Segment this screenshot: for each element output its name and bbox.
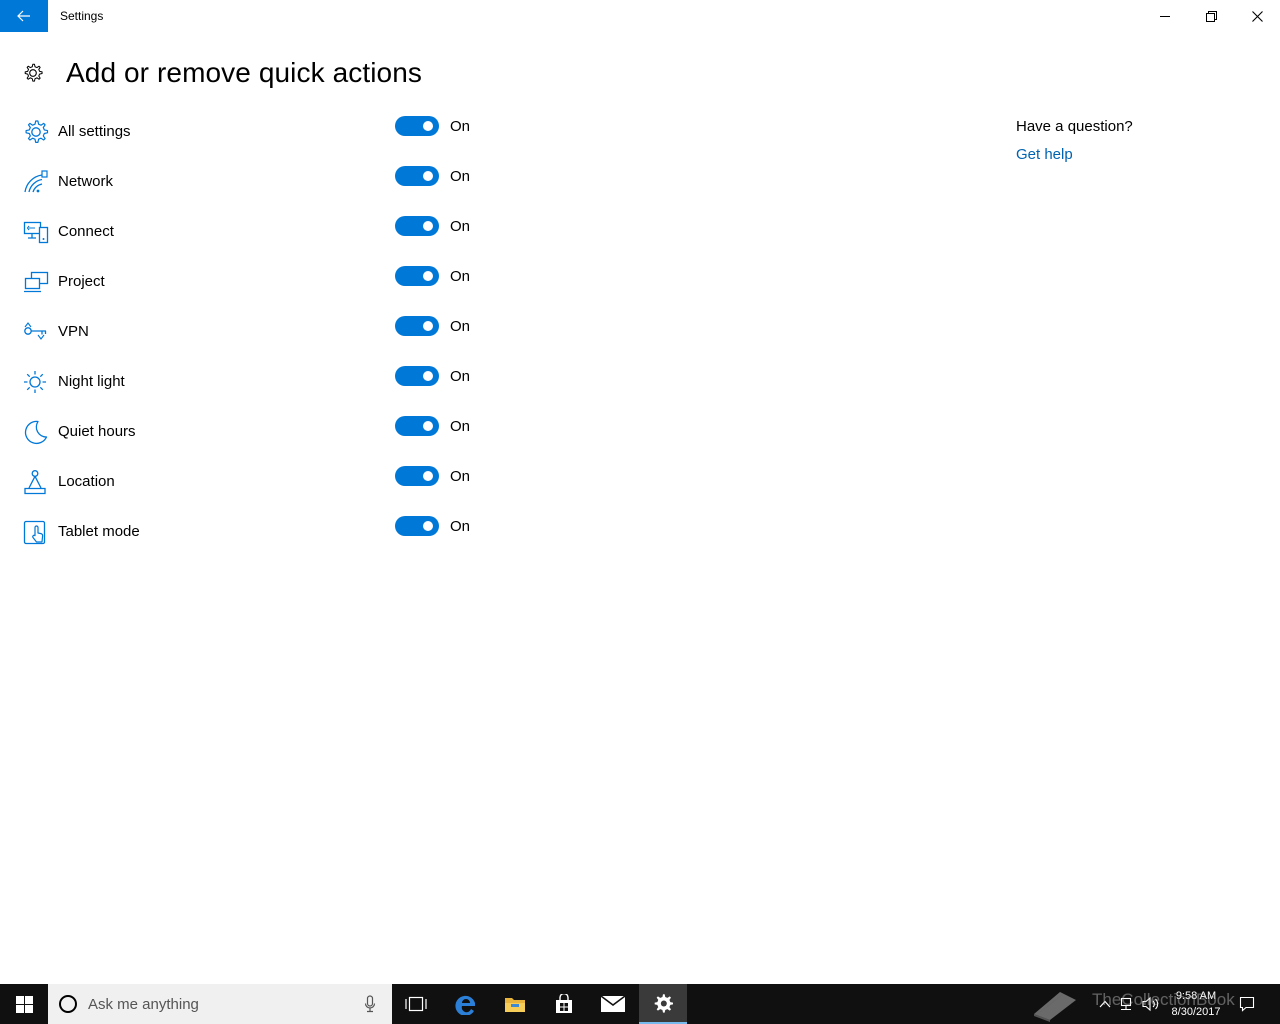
quick-action-label: Network: [58, 173, 114, 190]
quick-action-label: Connect: [58, 223, 114, 240]
back-button[interactable]: [0, 0, 48, 32]
connect-icon: [23, 221, 49, 244]
close-button[interactable]: [1234, 0, 1280, 32]
gear-icon: [654, 994, 673, 1013]
gear-icon: [25, 120, 49, 143]
all-settings-toggle[interactable]: [395, 116, 439, 136]
chevron-up-icon: [1099, 1000, 1111, 1008]
microphone-icon[interactable]: [364, 995, 376, 1013]
quick-action-label: Location: [58, 473, 115, 490]
network-icon: [24, 170, 48, 193]
quick-action-location: Location On: [22, 460, 502, 510]
toggle-state: On: [450, 168, 471, 185]
store-icon: [556, 994, 572, 1013]
folder-icon: [505, 998, 525, 1012]
quick-action-label: Project: [58, 273, 105, 290]
page-header: Add or remove quick actions: [22, 56, 422, 90]
toggle-state: On: [450, 418, 471, 435]
vpn-toggle[interactable]: [395, 316, 439, 336]
quiet-hours-toggle[interactable]: [395, 416, 439, 436]
mail-icon: [601, 996, 625, 1012]
quick-action-connect: Connect On: [22, 210, 502, 260]
quick-action-vpn: VPN On: [22, 310, 502, 360]
clock[interactable]: 9:58 AM 8/30/2017: [1166, 988, 1226, 1020]
toggle-state: On: [450, 118, 471, 135]
edge-icon: [455, 995, 475, 1015]
page-title: Add or remove quick actions: [66, 57, 422, 88]
quick-action-label: Night light: [58, 373, 125, 390]
tablet-mode-toggle[interactable]: [395, 516, 439, 536]
project-toggle[interactable]: [395, 266, 439, 286]
start-button[interactable]: [0, 984, 48, 1024]
title-bar: Settings: [0, 0, 1280, 32]
task-view-button[interactable]: [392, 984, 440, 1024]
action-center-button[interactable]: [1236, 984, 1258, 1024]
quick-action-night-light: Night light On: [22, 360, 502, 410]
edge-button[interactable]: [442, 984, 490, 1024]
help-question: Have a question?: [1016, 118, 1133, 135]
quick-action-label: VPN: [58, 323, 89, 340]
project-icon: [24, 271, 49, 293]
minimize-icon: [1160, 16, 1170, 17]
quick-action-label: Quiet hours: [58, 423, 136, 440]
network-tray-icon: [1120, 997, 1132, 1011]
quick-action-quiet-hours: Quiet hours On: [22, 410, 502, 460]
show-hidden-icons-button[interactable]: [1096, 984, 1114, 1024]
vpn-icon: [24, 322, 47, 340]
taskbar: Ask me anything 9:58 AM 8/30/2017: [0, 984, 1280, 1024]
tablet-mode-icon: [23, 520, 46, 545]
quick-action-label: All settings: [58, 123, 131, 140]
night-light-icon: [24, 371, 46, 393]
quick-action-tablet-mode: Tablet mode On: [22, 510, 502, 560]
task-view-icon: [405, 996, 427, 1012]
clock-date: 8/30/2017: [1171, 1006, 1221, 1018]
night-light-toggle[interactable]: [395, 366, 439, 386]
help-panel: Have a question? Get help: [1016, 118, 1133, 163]
toggle-state: On: [450, 268, 471, 285]
toggle-state: On: [450, 218, 471, 235]
get-help-link[interactable]: Get help: [1016, 146, 1133, 163]
app-title: Settings: [60, 9, 104, 23]
connect-toggle[interactable]: [395, 216, 439, 236]
file-explorer-button[interactable]: [491, 984, 539, 1024]
toggle-state: On: [450, 518, 471, 535]
quick-action-network: Network On: [22, 160, 502, 210]
location-icon: [24, 470, 46, 495]
mail-button[interactable]: [589, 984, 637, 1024]
gear-icon: [24, 63, 43, 82]
restore-icon: [1205, 10, 1217, 22]
minimize-button[interactable]: [1142, 0, 1188, 32]
quick-action-project: Project On: [22, 260, 502, 310]
quick-actions-list: All settings On Network On Connect On Pr…: [22, 110, 502, 560]
moon-icon: [24, 420, 48, 445]
restore-button[interactable]: [1188, 0, 1234, 32]
cortana-icon: [59, 995, 77, 1013]
clock-time: 9:58 AM: [1175, 990, 1217, 1002]
back-arrow-icon: [17, 10, 30, 22]
location-toggle[interactable]: [395, 466, 439, 486]
network-toggle[interactable]: [395, 166, 439, 186]
network-tray-button[interactable]: [1116, 984, 1136, 1024]
settings-taskbar-button[interactable]: [639, 984, 687, 1024]
search-box[interactable]: Ask me anything: [48, 984, 392, 1024]
quick-action-all-settings: All settings On: [22, 110, 502, 160]
search-placeholder: Ask me anything: [88, 996, 199, 1013]
speaker-icon: [1142, 996, 1159, 1012]
close-icon: [1251, 10, 1263, 22]
volume-tray-button[interactable]: [1140, 984, 1162, 1024]
windows-logo-icon: [15, 995, 33, 1013]
notification-icon: [1239, 996, 1255, 1012]
toggle-state: On: [450, 318, 471, 335]
quick-action-label: Tablet mode: [58, 523, 140, 540]
toggle-state: On: [450, 368, 471, 385]
store-button[interactable]: [540, 984, 588, 1024]
toggle-state: On: [450, 468, 471, 485]
